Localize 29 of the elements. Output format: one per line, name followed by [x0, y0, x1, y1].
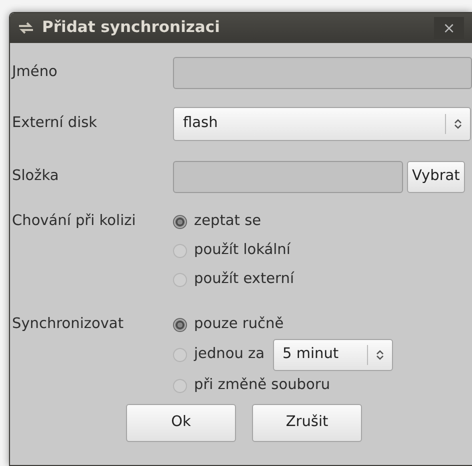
radio-label[interactable]: pouze ručně: [194, 314, 284, 336]
radio-button[interactable]: [173, 272, 187, 286]
spinner-arrows-icon: [454, 118, 462, 130]
field-label: Externí disk: [12, 114, 98, 134]
dropdown[interactable]: flash: [173, 107, 471, 141]
radio-label[interactable]: jednou za: [194, 344, 265, 366]
group-label: Chování při kolizi: [12, 212, 137, 231]
browse-button[interactable]: Vybrat: [407, 161, 465, 193]
text-field[interactable]: [173, 57, 472, 89]
radio-label[interactable]: použít lokální: [194, 240, 290, 262]
radio-label[interactable]: použít externí: [194, 268, 294, 290]
radio-button[interactable]: [173, 214, 187, 228]
radio-button[interactable]: [173, 348, 187, 362]
interval-dropdown[interactable]: 5 minut: [272, 339, 393, 371]
spinner-arrows-icon: [376, 349, 384, 361]
group-label: Synchronizovat: [12, 315, 125, 334]
close-button[interactable]: ×: [434, 17, 464, 39]
radio-label[interactable]: zeptat se: [194, 210, 262, 232]
ok-button[interactable]: Ok: [126, 404, 236, 442]
cancel-button[interactable]: Zrušit: [252, 404, 362, 442]
radio-label[interactable]: při změně souboru: [194, 374, 330, 396]
window-title: Přidat synchronizaci: [42, 17, 220, 38]
radio-button[interactable]: [173, 378, 187, 392]
radio-button[interactable]: [173, 244, 187, 258]
radio-button[interactable]: [173, 318, 187, 332]
field-label: Jméno: [12, 63, 58, 82]
sync-icon: [18, 22, 34, 34]
folder-field[interactable]: [173, 161, 403, 193]
field-label: Složka: [12, 167, 60, 186]
